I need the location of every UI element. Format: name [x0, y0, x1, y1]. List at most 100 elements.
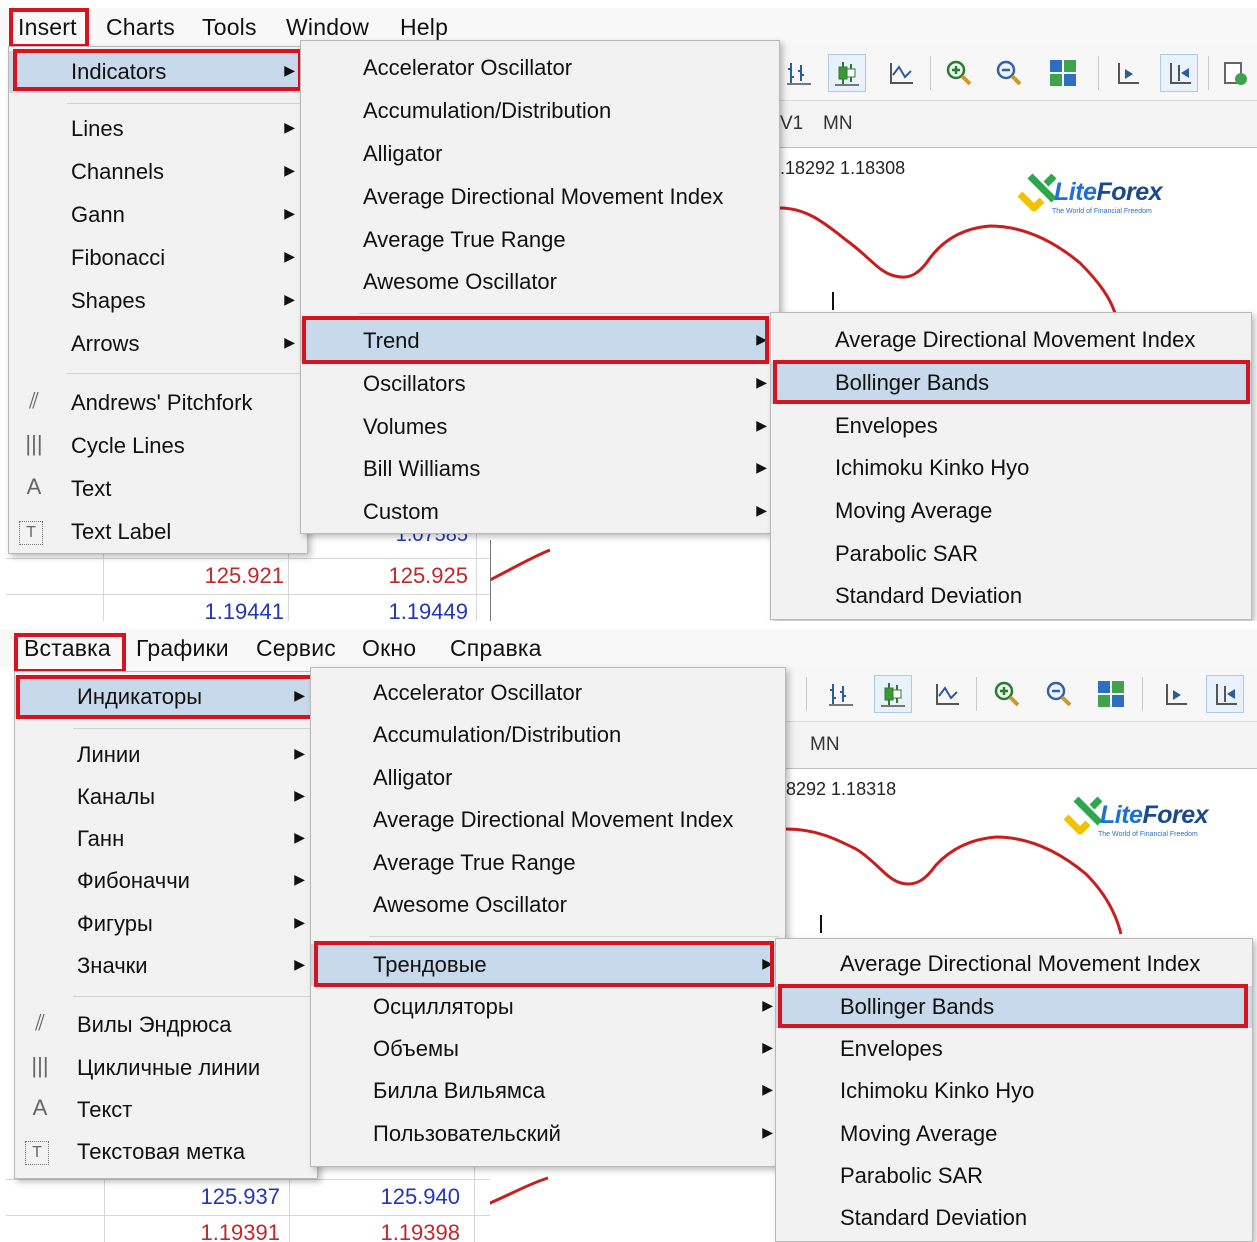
menu-item-shapes[interactable]: Фигуры ▶ [15, 903, 317, 945]
menu-item-bollinger-bands[interactable]: Bollinger Bands [771, 362, 1251, 404]
submenu-arrow-icon: ▶ [284, 248, 295, 264]
menu-item-adx[interactable]: Average Directional Movement Index [771, 319, 1251, 361]
menu-item-bill-williams[interactable]: Bill Williams ▶ [301, 448, 779, 490]
zoom-out-icon[interactable] [990, 54, 1028, 92]
trend-submenu: Average Directional Movement Index Bolli… [770, 312, 1252, 620]
menu-item-channels[interactable]: Channels ▶ [9, 151, 307, 193]
menu-insert[interactable]: Вставка [24, 635, 111, 662]
menu-window[interactable]: Window [286, 14, 369, 41]
trend-submenu: Average Directional Movement Index Bolli… [775, 938, 1253, 1242]
menu-item-moving-average[interactable]: Moving Average [771, 490, 1251, 532]
zoom-out-icon[interactable] [1040, 675, 1078, 713]
menu-item-trend[interactable]: Трендовые ▶ [311, 944, 785, 986]
menu-item-oscillators[interactable]: Осцилляторы ▶ [311, 986, 785, 1028]
menu-window[interactable]: Окно [362, 635, 416, 662]
menu-item-oscillators[interactable]: Oscillators ▶ [301, 363, 779, 405]
auto-scroll-icon[interactable] [1206, 675, 1244, 713]
chart-shift-icon[interactable] [1108, 54, 1146, 92]
menu-item-indicator[interactable]: Average Directional Movement Index [311, 799, 785, 841]
menu-item-andrews-pitchfork[interactable]: ⫽ Вилы Эндрюса [15, 1004, 317, 1046]
menu-help[interactable]: Help [400, 14, 448, 41]
menu-item-cycle-lines[interactable]: ||| Цикличные линии [15, 1047, 317, 1089]
menu-item-lines[interactable]: Линии ▶ [15, 734, 317, 776]
menu-item-indicator[interactable]: Alligator [301, 133, 779, 175]
chart-shift-icon[interactable] [1156, 675, 1194, 713]
menu-item-custom[interactable]: Пользовательский ▶ [311, 1113, 785, 1155]
menu-charts[interactable]: Charts [106, 14, 175, 41]
tile-windows-icon[interactable] [1092, 675, 1130, 713]
menu-item-envelopes[interactable]: Envelopes [771, 405, 1251, 447]
menu-item-ichimoku[interactable]: Ichimoku Kinko Hyo [771, 447, 1251, 489]
menu-item-indicator[interactable]: Average True Range [311, 842, 785, 884]
menu-item-text[interactable]: A Текст [15, 1089, 317, 1131]
templates-icon[interactable] [1216, 54, 1254, 92]
menu-item-bollinger-bands[interactable]: Bollinger Bands [776, 986, 1252, 1028]
menu-item-channels[interactable]: Каналы ▶ [15, 776, 317, 818]
line-chart-icon[interactable] [882, 54, 920, 92]
menu-item-indicator[interactable]: Awesome Oscillator [311, 884, 785, 926]
zoom-in-icon[interactable] [988, 675, 1026, 713]
submenu-arrow-icon: ▶ [756, 417, 767, 433]
menu-item-volumes[interactable]: Объемы ▶ [311, 1028, 785, 1070]
menu-tools[interactable]: Tools [202, 14, 257, 41]
bar-chart-icon[interactable] [822, 675, 860, 713]
menu-insert[interactable]: Insert [18, 14, 77, 41]
menu-item-indicator[interactable]: Average True Range [301, 219, 779, 261]
submenu-arrow-icon: ▶ [294, 829, 305, 845]
menu-item-arrows[interactable]: Значки ▶ [15, 945, 317, 987]
menu-item-text-label[interactable]: T Text Label [9, 511, 307, 553]
table-row[interactable]: 125.937 125.940 [6, 1179, 490, 1216]
menu-charts[interactable]: Графики [136, 635, 229, 662]
menu-item-indicator[interactable]: Awesome Oscillator [301, 261, 779, 303]
menu-item-envelopes[interactable]: Envelopes [776, 1028, 1252, 1070]
menu-tools[interactable]: Сервис [256, 635, 336, 662]
menu-item-custom[interactable]: Custom ▶ [301, 491, 779, 533]
auto-scroll-icon[interactable] [1160, 54, 1198, 92]
menu-item-shapes[interactable]: Shapes ▶ [9, 280, 307, 322]
submenu-arrow-icon: ▶ [762, 997, 773, 1013]
table-row[interactable]: 1.19391 1.19398 [6, 1215, 490, 1242]
bar-chart-icon[interactable] [780, 54, 818, 92]
menu-item-lines[interactable]: Lines ▶ [9, 108, 307, 150]
timeframe-mn[interactable]: MN [823, 113, 853, 135]
zoom-in-icon[interactable] [940, 54, 978, 92]
menu-item-trend[interactable]: Trend ▶ [301, 320, 779, 362]
menu-help[interactable]: Справка [450, 635, 542, 662]
menu-item-parabolic-sar[interactable]: Parabolic SAR [771, 533, 1251, 575]
menu-item-ichimoku[interactable]: Ichimoku Kinko Hyo [776, 1070, 1252, 1112]
timeframe-mn[interactable]: MN [810, 734, 840, 756]
menu-item-indicator[interactable]: Alligator [311, 757, 785, 799]
menu-item-gann[interactable]: Gann ▶ [9, 194, 307, 236]
menu-item-bill-williams[interactable]: Билла Вильямса ▶ [311, 1070, 785, 1112]
menu-item-moving-average[interactable]: Moving Average [776, 1113, 1252, 1155]
menu-item-arrows[interactable]: Arrows ▶ [9, 323, 307, 365]
menu-item-parabolic-sar[interactable]: Parabolic SAR [776, 1155, 1252, 1197]
timeframe-bar: V1 MN [780, 101, 1257, 148]
menu-item-fibonacci[interactable]: Фибоначчи ▶ [15, 860, 317, 902]
menu-item-indicators[interactable]: Indicators ▶ [9, 51, 307, 93]
menu-item-text[interactable]: A Text [9, 468, 307, 510]
menu-item-indicator[interactable]: Accumulation/Distribution [301, 90, 779, 132]
table-row[interactable]: 1.19441 1.19449 [6, 594, 490, 621]
menu-item-indicator[interactable]: Accumulation/Distribution [311, 714, 785, 756]
candlestick-icon[interactable] [828, 54, 866, 92]
table-row[interactable]: 125.921 125.925 [6, 558, 490, 595]
candlestick-icon[interactable] [874, 675, 912, 713]
menu-item-volumes[interactable]: Volumes ▶ [301, 406, 779, 448]
menu-item-indicators[interactable]: Индикаторы ▶ [15, 676, 317, 718]
tile-windows-icon[interactable] [1044, 54, 1082, 92]
ask-price: 1.19449 [388, 599, 468, 621]
timeframe-w1[interactable]: V1 [780, 113, 803, 135]
menu-item-fibonacci[interactable]: Fibonacci ▶ [9, 237, 307, 279]
menu-item-indicator[interactable]: Accelerator Oscillator [311, 672, 785, 714]
menu-item-text-label[interactable]: T Текстовая метка [15, 1131, 317, 1173]
menu-item-cycle-lines[interactable]: ||| Cycle Lines [9, 425, 307, 467]
menu-item-andrews-pitchfork[interactable]: ⫽ Andrews' Pitchfork [9, 382, 307, 424]
menu-item-gann[interactable]: Ганн ▶ [15, 818, 317, 860]
menu-item-standard-deviation[interactable]: Standard Deviation [776, 1197, 1252, 1239]
menu-item-indicator[interactable]: Accelerator Oscillator [301, 47, 779, 89]
menu-item-adx[interactable]: Average Directional Movement Index [776, 943, 1252, 985]
menu-item-standard-deviation[interactable]: Standard Deviation [771, 575, 1251, 617]
menu-item-indicator[interactable]: Average Directional Movement Index [301, 176, 779, 218]
line-chart-icon[interactable] [928, 675, 966, 713]
